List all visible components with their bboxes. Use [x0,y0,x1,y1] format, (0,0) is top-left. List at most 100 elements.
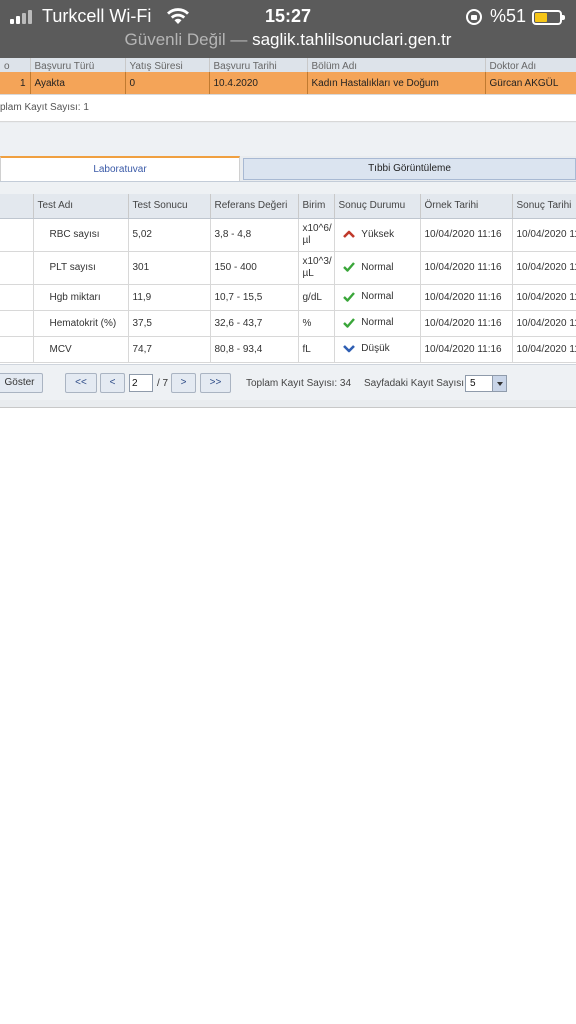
test-result: 37,5 [128,310,211,337]
results-col-header[interactable] [0,194,34,219]
sample-date: 10/04/2020 11:16 [420,284,513,311]
sample-date: 10/04/2020 11:16 [420,218,513,252]
reference-range: 32,6 - 43,7 [210,310,299,337]
results-header-row: Test Adı Test Sonucu Referans Değeri Bir… [0,194,576,219]
admission-col-header[interactable]: Yatış Süresi [125,58,210,72]
per-page-select[interactable]: 5 [465,375,507,392]
row-select-cell[interactable] [0,218,34,252]
admission-col-header[interactable]: Doktor Adı [485,58,576,72]
unit: fL [298,336,335,363]
status-label: Normal [361,261,394,273]
unit: x10^6/ µl [298,218,335,252]
result-date: 10/04/2020 11 [512,284,576,311]
row-select-cell[interactable] [0,310,34,337]
total-record-count: Toplam Kayıt Sayısı: 34 [246,378,352,389]
per-page-label: Sayfadaki Kayıt Sayısı [364,378,465,389]
admission-col-header[interactable]: Başvuru Tarihi [209,58,308,72]
battery-percentage: %51 [490,6,527,26]
admission-doctor: Gürcan AKGÜL [485,72,576,94]
page-number-input[interactable] [129,374,153,392]
row-select-cell[interactable] [0,251,34,285]
rotation-lock-icon [466,9,482,25]
status-label: Normal [361,291,394,303]
admission-record-count: plam Kayıt Sayısı: 1 [0,94,576,122]
table-row[interactable]: MCV 74,7 80,8 - 93,4 fL Düşük 10/04/2020… [0,336,576,363]
check-icon [342,318,355,328]
admission-department: Kadın Hastalıkları ve Doğum [307,72,486,94]
table-row[interactable]: Hematokrit (%) 37,5 32,6 - 43,7 % Normal… [0,310,576,337]
test-name: Hematokrit (%) [33,310,129,337]
results-col-header[interactable]: Test Sonucu [128,194,211,219]
panel-gap [0,182,576,194]
test-name: RBC sayısı [33,218,129,252]
status-label: Düşük [361,343,390,355]
last-page-button[interactable]: >> [200,373,231,393]
results-col-header[interactable]: Sonuç Durumu [334,194,421,219]
tab-imaging[interactable]: Tıbbi Görüntüleme [243,158,576,180]
test-name: MCV [33,336,129,363]
results-col-header[interactable]: Örnek Tarihi [420,194,513,219]
row-select-cell[interactable] [0,284,34,311]
prev-page-button[interactable]: < [100,373,125,393]
admission-col-header[interactable]: o [0,58,31,72]
test-result: 301 [128,251,211,285]
result-status: Normal [334,284,421,311]
result-status: Yüksek [334,218,421,252]
admission-date: 10.4.2020 [209,72,308,94]
test-result: 74,7 [128,336,211,363]
results-col-header[interactable]: Birim [298,194,335,219]
test-result: 5,02 [128,218,211,252]
chevron-down-icon[interactable] [492,376,506,391]
sample-date: 10/04/2020 11:16 [420,310,513,337]
result-date: 10/04/2020 11 [512,310,576,337]
battery-icon [532,10,565,25]
result-status: Normal [334,310,421,337]
per-page-value: 5 [470,378,476,389]
admission-index: 1 [0,72,31,94]
section-gap [0,123,576,156]
status-label: Yüksek [361,228,395,240]
browser-chrome: Turkcell Wi-Fi 15:27 %51 Güvenli Değil —… [0,0,576,58]
admission-col-header[interactable]: Başvuru Türü [30,58,126,72]
results-col-header[interactable]: Test Adı [33,194,129,219]
admission-col-header[interactable]: Bölüm Adı [307,58,486,72]
test-result: 11,9 [128,284,211,311]
tab-laboratory[interactable]: Laboratuvar [0,156,240,182]
next-page-button[interactable]: > [171,373,196,393]
status-bar: Turkcell Wi-Fi 15:27 %51 [0,4,576,28]
reference-range: 10,7 - 15,5 [210,284,299,311]
admission-table: o Başvuru Türü Yatış Süresi Başvuru Tari… [0,58,576,94]
reference-range: 150 - 400 [210,251,299,285]
first-page-button[interactable]: << [65,373,97,393]
test-name: Hgb miktarı [33,284,129,311]
lab-results-grid: Test Adı Test Sonucu Referans Değeri Bir… [0,194,576,364]
unit: g/dL [298,284,335,311]
sample-date: 10/04/2020 11:16 [420,336,513,363]
row-select-cell[interactable] [0,336,34,363]
test-name: PLT sayısı [33,251,129,285]
results-col-header[interactable]: Referans Değeri [210,194,299,219]
pagination-bar: Göster << < / 7 > >> Toplam Kayıt Sayısı… [0,364,576,400]
check-icon [342,292,355,302]
result-date: 10/04/2020 11 [512,251,576,285]
address-bar[interactable]: Güvenli Değil — saglik.tahlilsonuclari.g… [0,30,576,50]
check-icon [342,262,355,273]
reference-range: 80,8 - 93,4 [210,336,299,363]
arrow-up-icon [342,231,355,239]
content-bottom-border [0,407,576,408]
admission-stay-duration: 0 [125,72,210,94]
reference-range: 3,8 - 4,8 [210,218,299,252]
results-col-header[interactable]: Sonuç Tarihi [512,194,576,219]
table-row[interactable]: RBC sayısı 5,02 3,8 - 4,8 x10^6/ µl Yüks… [0,218,576,252]
result-date: 10/04/2020 11 [512,336,576,363]
sample-date: 10/04/2020 11:16 [420,251,513,285]
show-button[interactable]: Göster [0,373,43,393]
address-host: saglik.tahlilsonuclari.gen.tr [252,30,452,49]
arrow-down-icon [342,345,355,353]
table-row[interactable]: PLT sayısı 301 150 - 400 x10^3/ µL Norma… [0,251,576,285]
result-date: 10/04/2020 11 [512,218,576,252]
admission-row-selected[interactable]: 1 Ayakta 0 10.4.2020 Kadın Hastalıkları … [0,72,576,94]
result-status: Normal [334,251,421,285]
admission-type: Ayakta [30,72,126,94]
table-row[interactable]: Hgb miktarı 11,9 10,7 - 15,5 g/dL Normal… [0,284,576,311]
